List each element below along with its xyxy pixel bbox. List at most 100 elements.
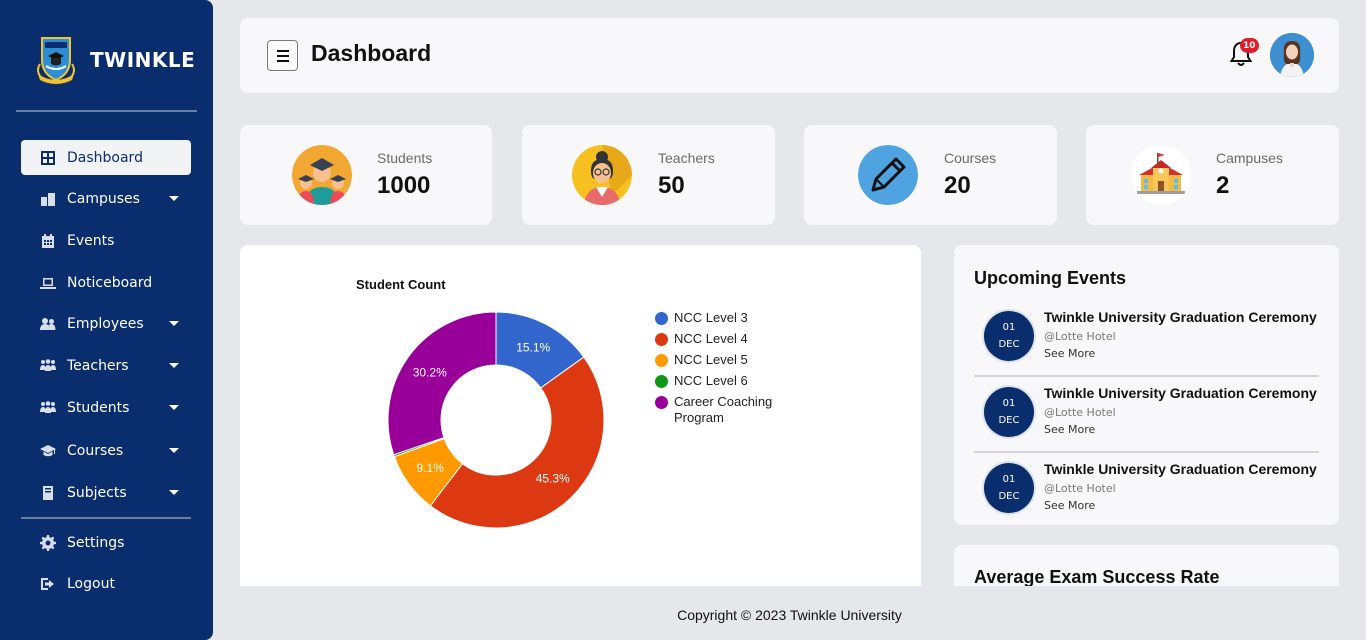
upcoming-events-panel: Upcoming Events 01 DEC Twinkle Universit…	[954, 245, 1339, 525]
chevron-down-icon	[169, 490, 179, 495]
gear-icon	[39, 534, 57, 551]
slice-label: 30.2%	[413, 366, 447, 380]
notification-badge: 10	[1240, 38, 1259, 53]
slice-label: 9.1%	[417, 461, 445, 475]
chart-title: Student Count	[356, 277, 446, 292]
stat-label: Campuses	[1216, 150, 1283, 166]
sidebar-item-label: Events	[67, 232, 115, 249]
event-date-badge: 01 DEC	[984, 387, 1034, 437]
students-icon	[292, 145, 352, 205]
sidebar-item-label: Teachers	[67, 357, 129, 374]
university-crest-icon	[37, 37, 75, 84]
event-location: @Lotte Hotel	[1044, 406, 1116, 419]
sidebar-item-teachers[interactable]: Teachers	[21, 348, 191, 383]
stat-label: Students	[377, 150, 433, 166]
chevron-down-icon	[169, 405, 179, 410]
sidebar-item-employees[interactable]: Employees	[21, 306, 191, 341]
legend-label: NCC Level 3	[674, 310, 748, 325]
event-date-badge: 01 DEC	[984, 463, 1034, 513]
sidebar-item-label: Settings	[67, 534, 125, 551]
event-date-badge: 01 DEC	[984, 311, 1034, 361]
donut-slice[interactable]	[429, 356, 605, 529]
stat-label: Teachers	[658, 150, 715, 166]
copyright-text: Copyright © 2023 Twinkle University	[677, 607, 902, 623]
chevron-down-icon	[169, 448, 179, 453]
top-header: Dashboard 10	[240, 18, 1339, 93]
stat-card-courses[interactable]: Courses 20	[804, 125, 1057, 225]
sidebar-item-label: Employees	[67, 315, 144, 332]
sidebar-item-courses[interactable]: Courses	[21, 433, 191, 468]
student-count-chart-panel: Student Count 15.1% 45.3% 9.1% 30.2% NCC Le…	[240, 245, 921, 586]
calendar-icon	[39, 233, 57, 249]
legend-color-dot	[655, 312, 668, 325]
sidebar-item-settings[interactable]: Settings	[21, 525, 191, 560]
brand[interactable]: TWINKLE	[36, 34, 195, 86]
event-day: 01	[1002, 398, 1016, 409]
donut-slice[interactable]	[387, 311, 497, 456]
stat-value: 50	[658, 172, 685, 199]
sidebar-item-label: Subjects	[67, 484, 127, 501]
footer: Copyright © 2023 Twinkle University	[213, 586, 1366, 640]
events-title: Upcoming Events	[974, 268, 1127, 288]
legend-item[interactable]: NCC Level 5	[655, 352, 825, 368]
legend-item[interactable]: Career Coaching Program	[655, 394, 825, 426]
event-item[interactable]: 01 DEC Twinkle University Graduation Cer…	[974, 377, 1319, 453]
see-more-link[interactable]: See More	[1044, 347, 1095, 360]
sidebar-item-logout[interactable]: Logout	[21, 566, 191, 601]
page-title: Dashboard	[311, 40, 432, 66]
chevron-down-icon	[169, 196, 179, 201]
legend-color-dot	[655, 333, 668, 346]
legend-item[interactable]: NCC Level 4	[655, 331, 825, 347]
stat-value: 20	[944, 172, 971, 199]
event-title: Twinkle University Graduation Ceremony	[1044, 385, 1317, 401]
sidebar-item-label: Dashboard	[67, 149, 143, 166]
event-month: DEC	[998, 339, 1020, 350]
pencil-icon	[858, 145, 918, 205]
sidebar-item-label: Campuses	[67, 190, 140, 207]
laptop-icon	[39, 275, 57, 291]
stat-value: 2	[1216, 172, 1230, 199]
legend-color-dot	[655, 375, 668, 388]
see-more-link[interactable]: See More	[1044, 499, 1095, 512]
sidebar-item-dashboard[interactable]: Dashboard	[21, 140, 191, 175]
slice-label: 15.1%	[516, 340, 550, 354]
stat-card-teachers[interactable]: Teachers 50	[522, 125, 775, 225]
stat-value: 1000	[377, 172, 431, 199]
group-icon	[39, 358, 57, 374]
donut-chart: 15.1% 45.3% 9.1% 30.2%	[387, 311, 605, 529]
slice-label: 45.3%	[536, 472, 570, 486]
sidebar-item-label: Courses	[67, 442, 124, 459]
event-location: @Lotte Hotel	[1044, 482, 1116, 495]
event-month: DEC	[998, 415, 1020, 426]
event-item[interactable]: 01 DEC Twinkle University Graduation Cer…	[974, 301, 1319, 377]
sidebar-item-subjects[interactable]: Subjects	[21, 475, 191, 510]
legend-label: Career Coaching Program	[674, 394, 773, 425]
stat-card-campuses[interactable]: Campuses 2	[1086, 125, 1339, 225]
sidebar-item-students[interactable]: Students	[21, 390, 191, 425]
hamburger-menu-button[interactable]	[267, 40, 298, 71]
legend-label: NCC Level 5	[674, 352, 748, 367]
hamburger-line	[276, 59, 289, 62]
event-title: Twinkle University Graduation Ceremony	[1044, 461, 1317, 477]
stat-card-students[interactable]: Students 1000	[240, 125, 492, 225]
sidebar-item-events[interactable]: Events	[21, 223, 191, 258]
sidebar-item-label: Noticeboard	[67, 274, 153, 291]
event-item[interactable]: 01 DEC Twinkle University Graduation Cer…	[974, 453, 1319, 529]
graduation-cap-icon	[39, 443, 57, 459]
event-day: 01	[1002, 474, 1016, 485]
sidebar-item-campuses[interactable]: Campuses	[21, 181, 191, 216]
group-icon	[39, 400, 57, 416]
book-icon	[39, 485, 57, 501]
legend-item[interactable]: NCC Level 3	[655, 310, 825, 326]
sidebar-item-noticeboard[interactable]: Noticeboard	[21, 265, 191, 300]
sidebar-item-label: Logout	[67, 575, 115, 592]
buildings-icon	[39, 191, 57, 207]
chevron-down-icon	[169, 321, 179, 326]
sidebar-item-label: Students	[67, 399, 130, 416]
sidebar-divider	[16, 110, 197, 112]
users-icon	[39, 316, 57, 332]
legend-item[interactable]: NCC Level 6	[655, 373, 825, 389]
see-more-link[interactable]: See More	[1044, 423, 1095, 436]
avatar[interactable]	[1270, 33, 1314, 77]
exam-success-panel: Average Exam Success Rate	[954, 545, 1339, 586]
